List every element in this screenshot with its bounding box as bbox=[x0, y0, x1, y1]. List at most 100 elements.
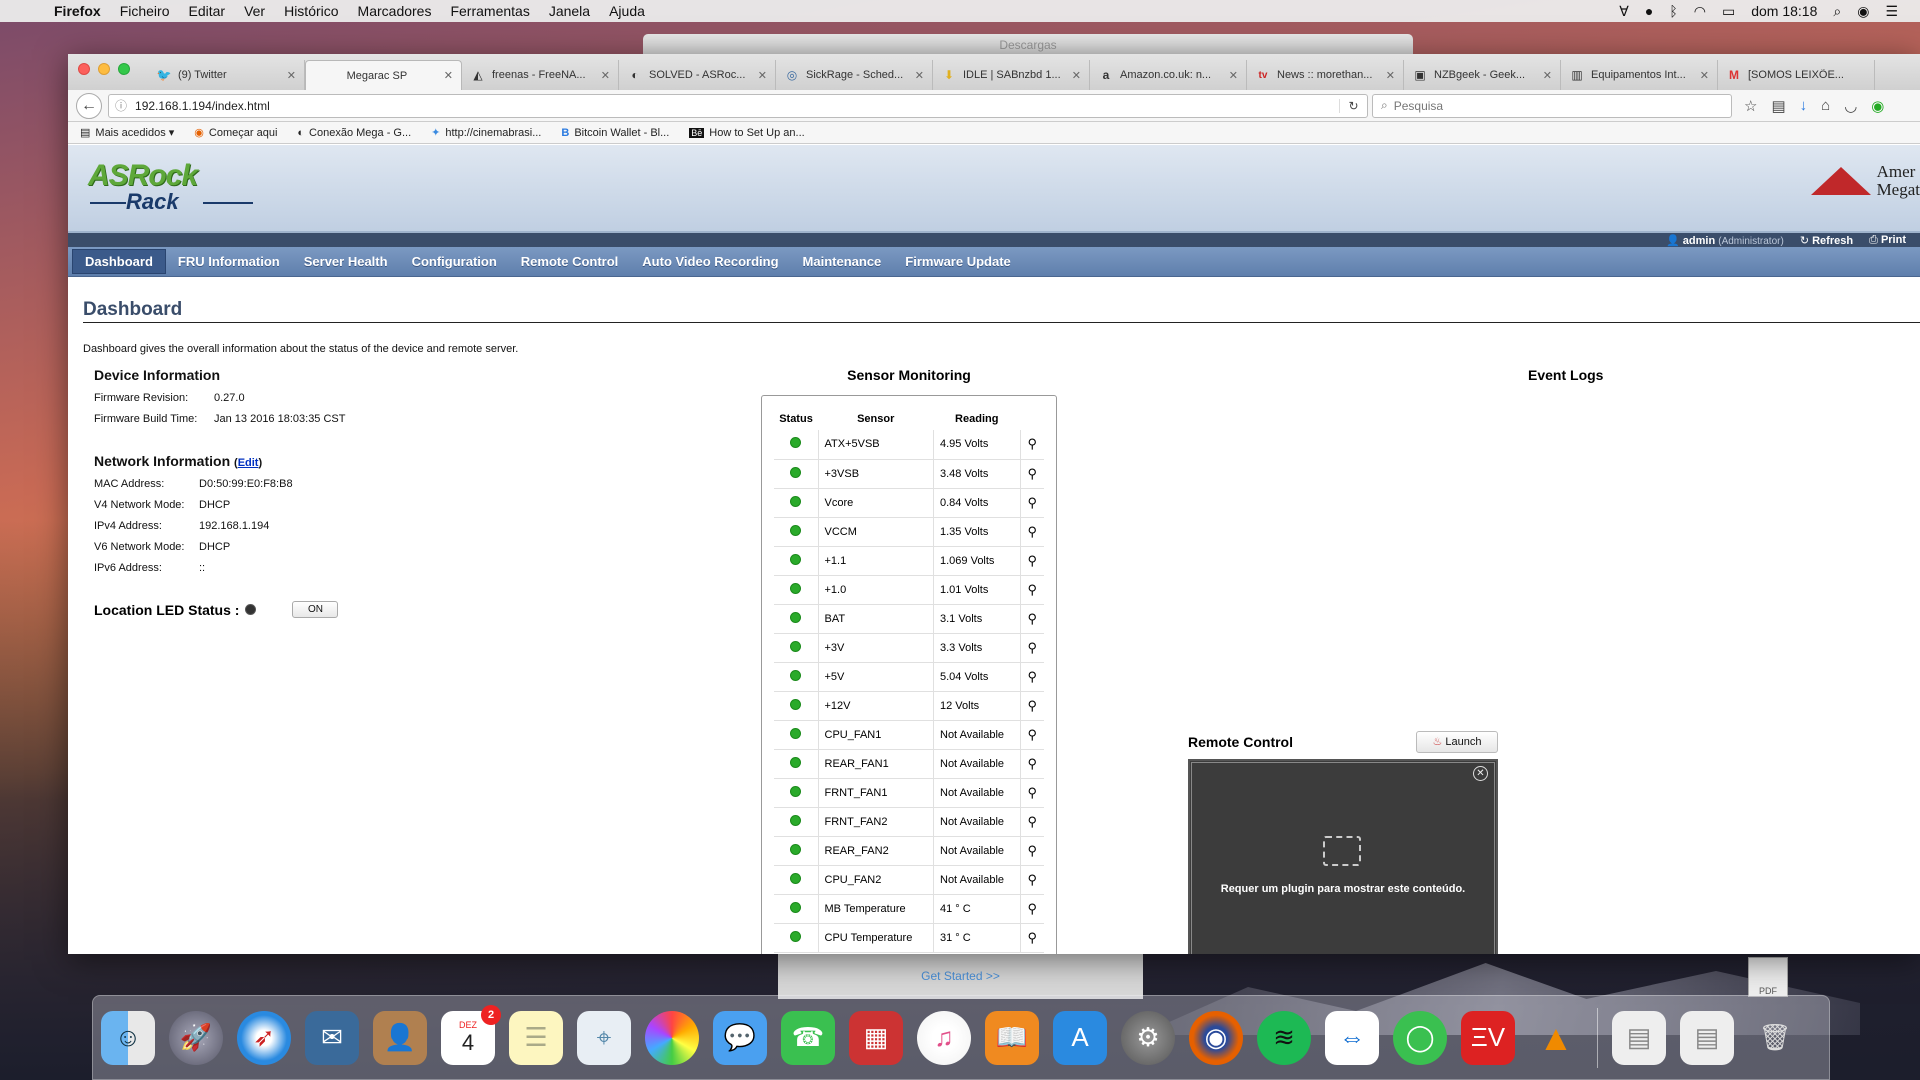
menubar-app-name[interactable]: Firefox bbox=[54, 3, 101, 19]
nav-server-health[interactable]: Server Health bbox=[292, 247, 400, 276]
sensor-details-icon[interactable]: ⚲ bbox=[1020, 604, 1044, 634]
spotlight-icon[interactable]: ⌕ bbox=[1833, 3, 1841, 20]
nav-configuration[interactable]: Configuration bbox=[400, 247, 509, 276]
minimize-window-button[interactable] bbox=[98, 63, 110, 75]
sensor-details-icon[interactable]: ⚲ bbox=[1020, 575, 1044, 605]
tab-amazon[interactable]: a Amazon.co.uk: n... ✕ bbox=[1090, 60, 1247, 90]
sensor-details-icon[interactable]: ⚲ bbox=[1020, 546, 1044, 576]
close-tab-icon[interactable]: ✕ bbox=[915, 69, 924, 82]
menubar-item[interactable]: Ajuda bbox=[609, 3, 645, 19]
tab-sabnzbd[interactable]: ⬇ IDLE | SABnzbd 1... ✕ bbox=[933, 60, 1090, 90]
menubar-item[interactable]: Histórico bbox=[284, 3, 338, 19]
tab-megarac[interactable]: Megarac SP ✕ bbox=[305, 60, 462, 90]
notification-center-icon[interactable]: ☰ bbox=[1885, 3, 1898, 20]
nav-fru-information[interactable]: FRU Information bbox=[166, 247, 292, 276]
sensor-details-icon[interactable]: ⚲ bbox=[1020, 459, 1044, 489]
nav-remote-control[interactable]: Remote Control bbox=[509, 247, 631, 276]
mail-icon[interactable]: ✉ bbox=[305, 1010, 359, 1065]
nav-auto-video-recording[interactable]: Auto Video Recording bbox=[630, 247, 790, 276]
home-icon[interactable]: ⌂ bbox=[1821, 97, 1830, 115]
menubar-item[interactable]: Janela bbox=[549, 3, 590, 19]
plugin-placeholder[interactable]: ✕ Requer um plugin para mostrar este con… bbox=[1188, 759, 1498, 954]
sensor-details-icon[interactable]: ⚲ bbox=[1020, 778, 1044, 808]
photos-icon[interactable] bbox=[645, 1010, 699, 1065]
reload-icon[interactable]: ↻ bbox=[1339, 98, 1367, 113]
launch-button[interactable]: ♨ Launch bbox=[1416, 731, 1498, 753]
sensor-details-icon[interactable]: ⚲ bbox=[1020, 923, 1044, 953]
site-info-icon[interactable]: ⓘ bbox=[115, 97, 127, 114]
finder-icon[interactable]: ☺ bbox=[101, 1010, 155, 1065]
firefox-dock-icon[interactable]: ◉ bbox=[1189, 1010, 1243, 1065]
teamviewer-icon[interactable]: ⇔ bbox=[1325, 1010, 1379, 1065]
menubar-item[interactable]: Ferramentas bbox=[450, 3, 529, 19]
downloads-icon[interactable]: ↓ bbox=[1800, 97, 1808, 115]
tab-freenas[interactable]: ◭ freenas - FreeNA... ✕ bbox=[462, 60, 619, 90]
contacts-icon[interactable]: 👤 bbox=[373, 1010, 427, 1065]
menubar-item[interactable]: Editar bbox=[188, 3, 225, 19]
sensor-details-icon[interactable]: ⚲ bbox=[1020, 749, 1044, 779]
bookmark-item[interactable]: ▤ Mais acedidos ▾ bbox=[80, 126, 174, 139]
itunes-icon[interactable]: ♫ bbox=[917, 1010, 971, 1065]
sensor-details-icon[interactable]: ⚲ bbox=[1020, 836, 1044, 866]
siri-icon[interactable]: ◉ bbox=[1857, 3, 1869, 20]
menubar-item[interactable]: Ficheiro bbox=[120, 3, 170, 19]
pocket-icon[interactable]: ◡ bbox=[1844, 97, 1857, 115]
tab-solved-asrock[interactable]: ◐ SOLVED - ASRoc... ✕ bbox=[619, 60, 776, 90]
close-tab-icon[interactable]: ✕ bbox=[1543, 69, 1552, 82]
close-tab-icon[interactable]: ✕ bbox=[1700, 69, 1709, 82]
close-tab-icon[interactable]: ✕ bbox=[758, 69, 767, 82]
vpn-icon[interactable]: ∀ bbox=[1619, 3, 1629, 20]
close-plugin-icon[interactable]: ✕ bbox=[1473, 766, 1488, 781]
tab-nzbgeek[interactable]: ▣ NZBgeek - Geek... ✕ bbox=[1404, 60, 1561, 90]
close-tab-icon[interactable]: ✕ bbox=[287, 69, 296, 82]
nav-firmware-update[interactable]: Firmware Update bbox=[893, 247, 1022, 276]
maps-icon[interactable]: ⌖ bbox=[577, 1010, 631, 1065]
background-window-titlebar[interactable]: Descargas bbox=[643, 34, 1413, 56]
calendar-icon[interactable]: DEZ 4 2 bbox=[441, 1004, 501, 1065]
pdf-file-icon[interactable]: PDF bbox=[1748, 957, 1788, 997]
sensor-details-icon[interactable]: ⚲ bbox=[1020, 430, 1044, 460]
sensor-details-icon[interactable]: ⚲ bbox=[1020, 662, 1044, 692]
tab-twitter[interactable]: 🐦 (9) Twitter ✕ bbox=[148, 60, 305, 90]
tab-equipamentos[interactable]: ▥ Equipamentos Int... ✕ bbox=[1561, 60, 1718, 90]
wifi-icon[interactable]: ◠ bbox=[1694, 3, 1706, 20]
bookmark-item[interactable]: B Bitcoin Wallet - Bl... bbox=[561, 127, 669, 139]
sensor-details-icon[interactable]: ⚲ bbox=[1020, 633, 1044, 663]
zoom-window-button[interactable] bbox=[118, 63, 130, 75]
extension-icon[interactable]: ◉ bbox=[1871, 97, 1884, 115]
bookmark-item[interactable]: Bē How to Set Up an... bbox=[689, 127, 805, 139]
search-input[interactable]: ⌕ Pesquisa bbox=[1372, 93, 1732, 118]
system-preferences-icon[interactable]: ⚙ bbox=[1121, 1010, 1175, 1065]
bookmark-item[interactable]: ✦ http://cinemabrasi... bbox=[431, 126, 541, 140]
led-on-button[interactable]: ON bbox=[292, 601, 339, 618]
close-window-button[interactable] bbox=[78, 63, 90, 75]
tab-morethantv[interactable]: tv News :: morethan... ✕ bbox=[1247, 60, 1404, 90]
get-started-link[interactable]: Get Started >> bbox=[778, 969, 1143, 983]
asrock-rack-logo[interactable]: ASRock Rack bbox=[88, 159, 253, 215]
sensor-details-icon[interactable]: ⚲ bbox=[1020, 691, 1044, 721]
print-link[interactable]: ⎙ Print bbox=[1869, 234, 1906, 247]
app-store-icon[interactable]: A bbox=[1053, 1010, 1107, 1065]
refresh-link[interactable]: ↻ Refresh bbox=[1800, 234, 1853, 247]
notes-icon[interactable]: ☰ bbox=[509, 1010, 563, 1065]
sensor-details-icon[interactable]: ⚲ bbox=[1020, 865, 1044, 895]
expressvpn-icon[interactable]: ΞV bbox=[1461, 1010, 1515, 1065]
reading-list-icon[interactable]: ▤ bbox=[1771, 97, 1785, 115]
edit-network-link[interactable]: Edit bbox=[238, 457, 259, 469]
downloads-stack-icon[interactable]: ▤ bbox=[1680, 1010, 1734, 1065]
nav-maintenance[interactable]: Maintenance bbox=[791, 247, 894, 276]
trash-icon[interactable]: 🗑 bbox=[1748, 1011, 1802, 1065]
sensor-details-icon[interactable]: ⚲ bbox=[1020, 720, 1044, 750]
tab-sickrage[interactable]: ◎ SickRage - Sched... ✕ bbox=[776, 60, 933, 90]
bookmark-item[interactable]: ◉ Começar aqui bbox=[194, 126, 277, 140]
vlc-icon[interactable]: ▲ bbox=[1529, 1011, 1583, 1065]
bookmark-star-icon[interactable]: ☆ bbox=[1744, 97, 1757, 115]
nav-dashboard[interactable]: Dashboard bbox=[72, 249, 166, 274]
airplay-icon[interactable]: ▭ bbox=[1722, 3, 1735, 20]
whatsapp-icon[interactable]: ◯ bbox=[1393, 1010, 1447, 1065]
menubar-item[interactable]: Marcadores bbox=[358, 3, 432, 19]
menubar-item[interactable]: Ver bbox=[244, 3, 265, 19]
spotify-icon[interactable]: ≋ bbox=[1257, 1010, 1311, 1065]
chat-icon[interactable]: ● bbox=[1645, 3, 1653, 19]
clock[interactable]: dom 18:18 bbox=[1751, 3, 1817, 19]
